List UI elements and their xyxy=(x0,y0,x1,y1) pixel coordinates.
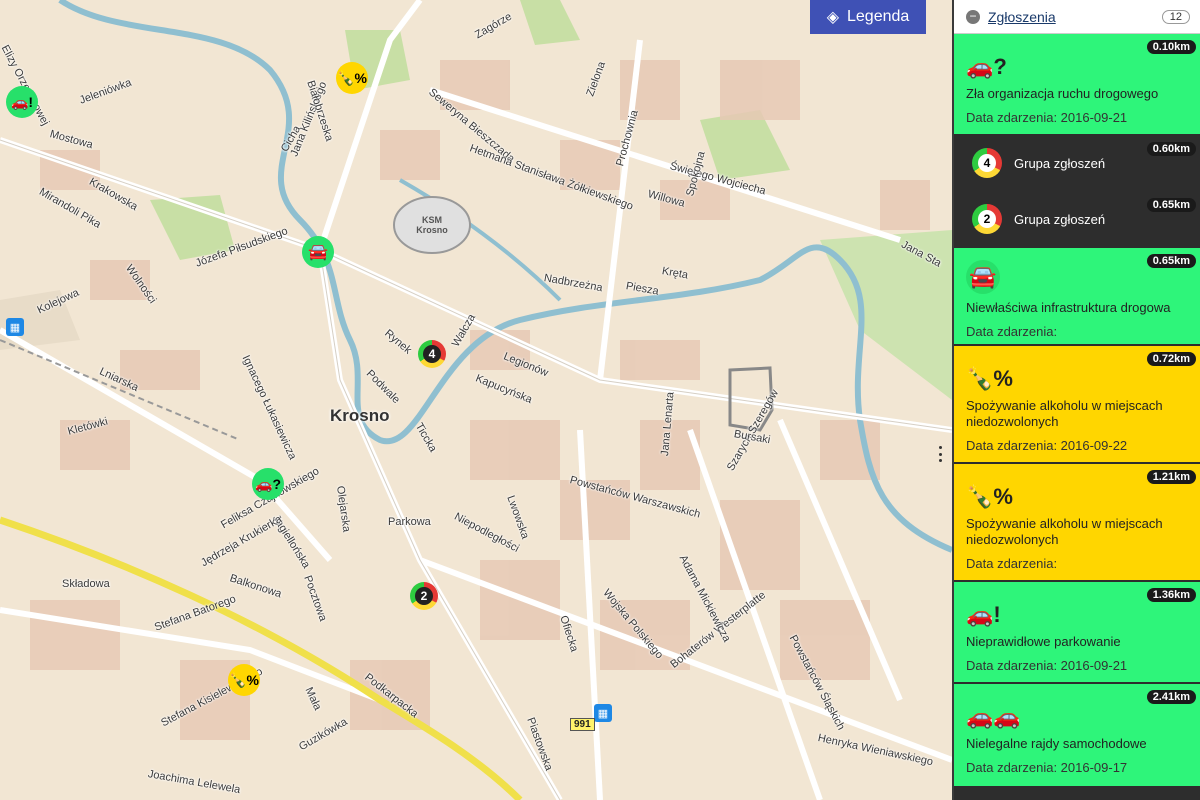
sidebar-header: − Zgłoszenia 12 xyxy=(954,0,1200,34)
sidebar-title[interactable]: Zgłoszenia xyxy=(988,9,1162,25)
report-item[interactable]: 0.10km 🚗? Zła organizacja ruchu drogoweg… xyxy=(954,34,1200,136)
cluster-marker[interactable]: 2 xyxy=(410,582,438,610)
distance-badge: 0.60km xyxy=(1146,142,1196,156)
reports-sidebar: − Zgłoszenia 12 0.10km 🚗? Zła organizacj… xyxy=(952,0,1200,800)
distance-badge: 0.10km xyxy=(1146,40,1196,54)
report-item[interactable]: 1.36km 🚗! Nieprawidłowe parkowanie Data … xyxy=(954,582,1200,684)
car-question-icon: 🚗? xyxy=(255,475,281,492)
stadium-label: KSM Krosno xyxy=(412,215,452,235)
distance-badge: 0.65km xyxy=(1146,254,1196,268)
report-count-badge: 12 xyxy=(1161,9,1190,24)
report-group-item[interactable]: 0.65km 2 Grupa zgłoszeń xyxy=(954,192,1200,248)
marker-question: ? xyxy=(272,475,281,492)
distance-badge: 1.36km xyxy=(1146,588,1196,602)
report-name: Spożywanie alkoholu w miejscach niedozwo… xyxy=(966,516,1163,547)
report-item[interactable]: 2.41km 🚗🚗 Nielegalne rajdy samochodowe D… xyxy=(954,684,1200,788)
report-name: Nielegalne rajdy samochodowe xyxy=(966,736,1147,751)
city-label: Krosno xyxy=(330,406,390,425)
report-date: Data zdarzenia: xyxy=(966,324,1058,339)
cluster-icon: 4 xyxy=(972,148,1002,178)
stadium-label-line1: KSM xyxy=(422,215,442,225)
alcohol-marker[interactable]: 🍾% xyxy=(336,62,368,94)
cluster-icon: 2 xyxy=(972,204,1002,234)
report-name: Nieprawidłowe parkowanie xyxy=(966,634,1121,649)
car-crash-icon: 🚘 xyxy=(308,244,328,261)
car-question-marker[interactable]: 🚗? xyxy=(252,468,284,500)
marker-percent: % xyxy=(354,69,367,86)
collapse-icon[interactable]: − xyxy=(966,9,980,24)
marker-percent: % xyxy=(246,671,259,688)
icon-percent: % xyxy=(993,366,1013,391)
report-group-item[interactable]: 0.60km 4 Grupa zgłoszeń xyxy=(954,136,1200,192)
icon-percent: % xyxy=(993,484,1013,509)
group-name: Grupa zgłoszeń xyxy=(1014,155,1106,171)
report-date: Data zdarzenia: 2016-09-21 xyxy=(966,110,1128,125)
panel-resize-handle[interactable] xyxy=(937,446,943,462)
group-count: 2 xyxy=(978,210,996,228)
report-item[interactable]: 0.72km 🍾% Spożywanie alkoholu w miejscac… xyxy=(954,346,1200,464)
report-date: Data zdarzenia: 2016-09-22 xyxy=(966,438,1128,453)
layers-icon: ◈ xyxy=(826,9,839,26)
icon-question: ? xyxy=(993,54,1007,79)
distance-badge: 0.72km xyxy=(1146,352,1196,366)
car-parking-icon: 🚗! xyxy=(10,93,34,110)
distance-badge: 1.21km xyxy=(1146,470,1196,484)
map-base-layer xyxy=(0,0,952,800)
distance-badge: 0.65km xyxy=(1146,198,1196,212)
cluster-marker[interactable]: 4 xyxy=(418,340,446,368)
car-crash-marker[interactable]: 🚘 xyxy=(302,236,334,268)
report-name: Niewłaściwa infrastruktura drogowa xyxy=(966,300,1171,315)
report-date: Data zdarzenia: 2016-09-21 xyxy=(966,658,1128,673)
report-date: Data zdarzenia: xyxy=(966,556,1058,571)
icon-exclaim: ! xyxy=(993,602,1001,627)
distance-badge: 2.41km xyxy=(1146,690,1196,704)
marker-exclaim: ! xyxy=(28,93,34,110)
cluster-count: 2 xyxy=(415,587,433,605)
alcohol-marker[interactable]: 🍾% xyxy=(228,664,260,696)
app-root: Elizy Orzeszkowej Jeleniówka Mostowa Kra… xyxy=(0,0,1200,800)
train-station-icon[interactable]: ▦ xyxy=(6,318,24,336)
report-name: Zła organizacja ruchu drogowego xyxy=(966,86,1159,101)
bottle-percent-icon: 🍾% xyxy=(229,671,259,688)
group-name: Grupa zgłoszeń xyxy=(1014,211,1106,227)
report-item[interactable]: 0.65km 🚘 Niewłaściwa infrastruktura drog… xyxy=(954,248,1200,346)
bottle-percent-icon: 🍾% xyxy=(337,69,367,86)
group-count: 4 xyxy=(978,154,996,172)
cluster-count: 4 xyxy=(423,345,441,363)
map-view[interactable]: Elizy Orzeszkowej Jeleniówka Mostowa Kra… xyxy=(0,0,952,800)
legend-button[interactable]: ◈ Legenda xyxy=(810,0,926,34)
report-item[interactable]: 1.21km 🍾% Spożywanie alkoholu w miejscac… xyxy=(954,464,1200,582)
legend-label: Legenda xyxy=(847,8,910,25)
stadium-label-line2: Krosno xyxy=(416,225,448,235)
report-date: Data zdarzenia: 2016-09-17 xyxy=(966,760,1128,775)
train-station-icon[interactable]: ▦ xyxy=(594,704,612,722)
road-number-shield: 991 xyxy=(570,718,595,731)
car-parking-marker[interactable]: 🚗! xyxy=(6,86,38,118)
report-name: Spożywanie alkoholu w miejscach niedozwo… xyxy=(966,398,1163,429)
